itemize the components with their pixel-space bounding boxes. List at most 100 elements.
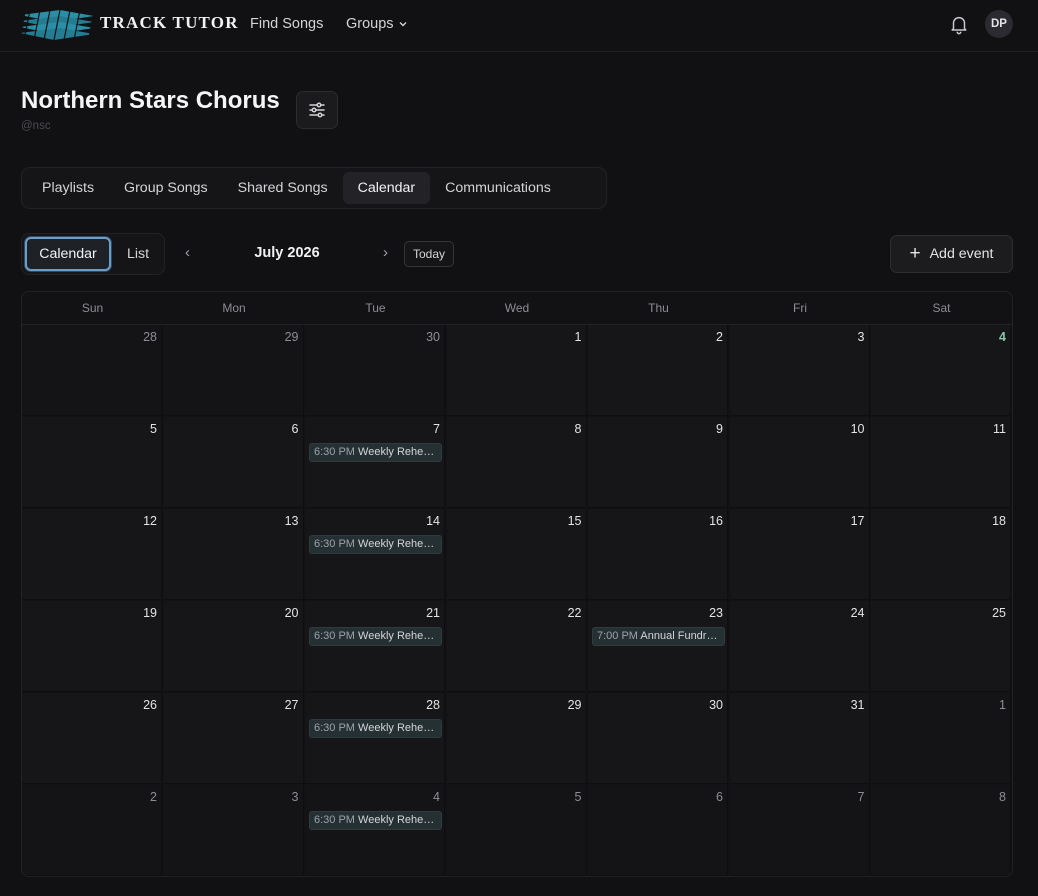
day-number: 27 xyxy=(284,698,299,712)
event-title: Weekly Rehearsal xyxy=(358,630,442,642)
day-number: 22 xyxy=(567,606,582,620)
day-number: 28 xyxy=(426,698,440,712)
group-tabs: Playlists Group Songs Shared Songs Calen… xyxy=(21,167,607,209)
day-number: 24 xyxy=(850,606,865,620)
calendar-day-cell[interactable]: 23 7:00 PM Annual Fundraiser xyxy=(588,601,728,692)
calendar-day-cell[interactable]: 11 xyxy=(871,417,1011,508)
calendar-day-cell[interactable]: 16 xyxy=(588,509,728,600)
calendar-event[interactable]: 6:30 PM Weekly Rehearsal xyxy=(309,535,442,554)
today-button[interactable]: Today xyxy=(404,241,454,267)
calendar-day-cell[interactable]: 9 xyxy=(588,417,728,508)
calendar-day-cell[interactable]: 7 xyxy=(729,785,870,876)
calendar-day-cell[interactable]: 6 xyxy=(588,785,728,876)
calendar-day-cell[interactable]: 5 xyxy=(446,785,587,876)
day-number: 29 xyxy=(567,698,582,712)
calendar-day-cell[interactable]: 27 xyxy=(163,693,304,784)
previous-month-button[interactable]: ‹ xyxy=(185,244,190,261)
day-number: 17 xyxy=(850,514,865,528)
calendar-day-cell[interactable]: 14 6:30 PM Weekly Rehearsal xyxy=(305,509,445,600)
calendar-day-cell[interactable]: 4 xyxy=(871,325,1011,416)
nav-groups-dropdown[interactable]: Groups xyxy=(346,16,408,32)
day-number: 5 xyxy=(574,790,582,804)
calendar-day-cell[interactable]: 31 xyxy=(729,693,870,784)
day-number: 6 xyxy=(291,422,299,436)
calendar-day-cell[interactable]: 2 xyxy=(588,325,728,416)
day-number: 13 xyxy=(284,514,299,528)
calendar-day-cell[interactable]: 12 xyxy=(22,509,162,600)
calendar-day-cell[interactable]: 18 xyxy=(871,509,1011,600)
calendar-event[interactable]: 6:30 PM Weekly Rehearsal xyxy=(309,627,442,646)
day-number: 7 xyxy=(857,790,865,804)
calendar-day-cell[interactable]: 21 6:30 PM Weekly Rehearsal xyxy=(305,601,445,692)
calendar-day-cell[interactable]: 3 xyxy=(729,325,870,416)
bell-icon[interactable] xyxy=(948,13,970,35)
nav-find-songs[interactable]: Find Songs xyxy=(250,16,323,32)
day-number: 3 xyxy=(291,790,299,804)
calendar-event[interactable]: 6:30 PM Weekly Rehearsal xyxy=(309,443,442,462)
calendar-day-cell[interactable]: 1 xyxy=(446,325,587,416)
user-avatar[interactable]: DP xyxy=(985,10,1013,38)
weekday-label-fri: Fri xyxy=(793,301,807,315)
calendar-day-cell[interactable]: 6 xyxy=(163,417,304,508)
add-event-button[interactable]: + Add event xyxy=(890,235,1013,273)
calendar-day-cell[interactable]: 7 6:30 PM Weekly Rehearsal xyxy=(305,417,445,508)
calendar-day-cell[interactable]: 15 xyxy=(446,509,587,600)
tab-shared-songs[interactable]: Shared Songs xyxy=(223,172,343,204)
day-number: 23 xyxy=(709,606,723,620)
calendar-day-cell[interactable]: 4 6:30 PM Weekly Rehearsal xyxy=(305,785,445,876)
month-calendar-grid: Sun Mon Tue Wed Thu Fri Sat 28 29 30 1 2 3 4 5 6 7 6:30 … xyxy=(21,291,1013,877)
tab-calendar[interactable]: Calendar xyxy=(342,172,431,204)
calendar-day-cell[interactable]: 25 xyxy=(871,601,1011,692)
calendar-day-cell[interactable]: 24 xyxy=(729,601,870,692)
calendar-day-cell[interactable]: 8 xyxy=(871,785,1011,876)
chevron-down-icon xyxy=(399,22,407,27)
calendar-day-cell[interactable]: 10 xyxy=(729,417,870,508)
weekday-label-wed: Wed xyxy=(504,301,530,315)
calendar-day-cell[interactable]: 30 xyxy=(305,325,445,416)
calendar-day-cell[interactable]: 20 xyxy=(163,601,304,692)
day-number: 8 xyxy=(999,790,1006,804)
view-toggle: Calendar List xyxy=(21,233,165,275)
calendar-day-cell[interactable]: 2 xyxy=(22,785,162,876)
day-number: 12 xyxy=(143,514,157,528)
calendar-day-cell[interactable]: 8 xyxy=(446,417,587,508)
tab-communications[interactable]: Communications xyxy=(430,172,566,204)
calendar-event[interactable]: 6:30 PM Weekly Rehearsal xyxy=(309,811,442,830)
day-number: 2 xyxy=(716,330,723,344)
calendar-day-cell[interactable]: 1 xyxy=(871,693,1011,784)
day-number: 9 xyxy=(716,422,723,436)
event-time: 6:30 PM xyxy=(314,446,359,458)
calendar-day-cell[interactable]: 29 xyxy=(446,693,587,784)
event-title: Weekly Rehearsal xyxy=(358,722,442,734)
calendar-view-button[interactable]: Calendar xyxy=(25,237,111,271)
calendar-day-cell[interactable]: 17 xyxy=(729,509,870,600)
weekday-label-sat: Sat xyxy=(932,301,951,315)
calendar-day-cell[interactable]: 28 xyxy=(22,325,162,416)
calendar-event[interactable]: 6:30 PM Weekly Rehearsal xyxy=(309,719,442,738)
day-number: 7 xyxy=(433,422,440,436)
calendar-day-cell[interactable]: 3 xyxy=(163,785,304,876)
event-time: 6:30 PM xyxy=(314,630,359,642)
list-view-button[interactable]: List xyxy=(116,237,160,271)
tab-playlists[interactable]: Playlists xyxy=(27,172,109,204)
calendar-day-cell[interactable]: 13 xyxy=(163,509,304,600)
page-title: Northern Stars Chorus xyxy=(21,87,280,114)
add-event-label: Add event xyxy=(929,246,994,262)
track-tutor-logo-icon[interactable] xyxy=(20,10,94,40)
day-number: 10 xyxy=(850,422,865,436)
calendar-day-cell[interactable]: 30 xyxy=(588,693,728,784)
weekday-label-mon: Mon xyxy=(222,301,246,315)
calendar-day-cell[interactable]: 5 xyxy=(22,417,162,508)
calendar-day-cell[interactable]: 29 xyxy=(163,325,304,416)
calendar-day-cell[interactable]: 26 xyxy=(22,693,162,784)
sliders-icon xyxy=(309,102,325,118)
next-month-button[interactable]: › xyxy=(383,244,388,261)
tab-group-songs[interactable]: Group Songs xyxy=(109,172,223,204)
group-handle: @nsc xyxy=(21,120,51,132)
calendar-day-cell[interactable]: 19 xyxy=(22,601,162,692)
group-settings-button[interactable] xyxy=(296,91,338,129)
calendar-day-cell[interactable]: 22 xyxy=(446,601,587,692)
calendar-event[interactable]: 7:00 PM Annual Fundraiser xyxy=(592,627,725,646)
calendar-day-cell[interactable]: 28 6:30 PM Weekly Rehearsal xyxy=(305,693,445,784)
day-number: 11 xyxy=(993,422,1006,436)
